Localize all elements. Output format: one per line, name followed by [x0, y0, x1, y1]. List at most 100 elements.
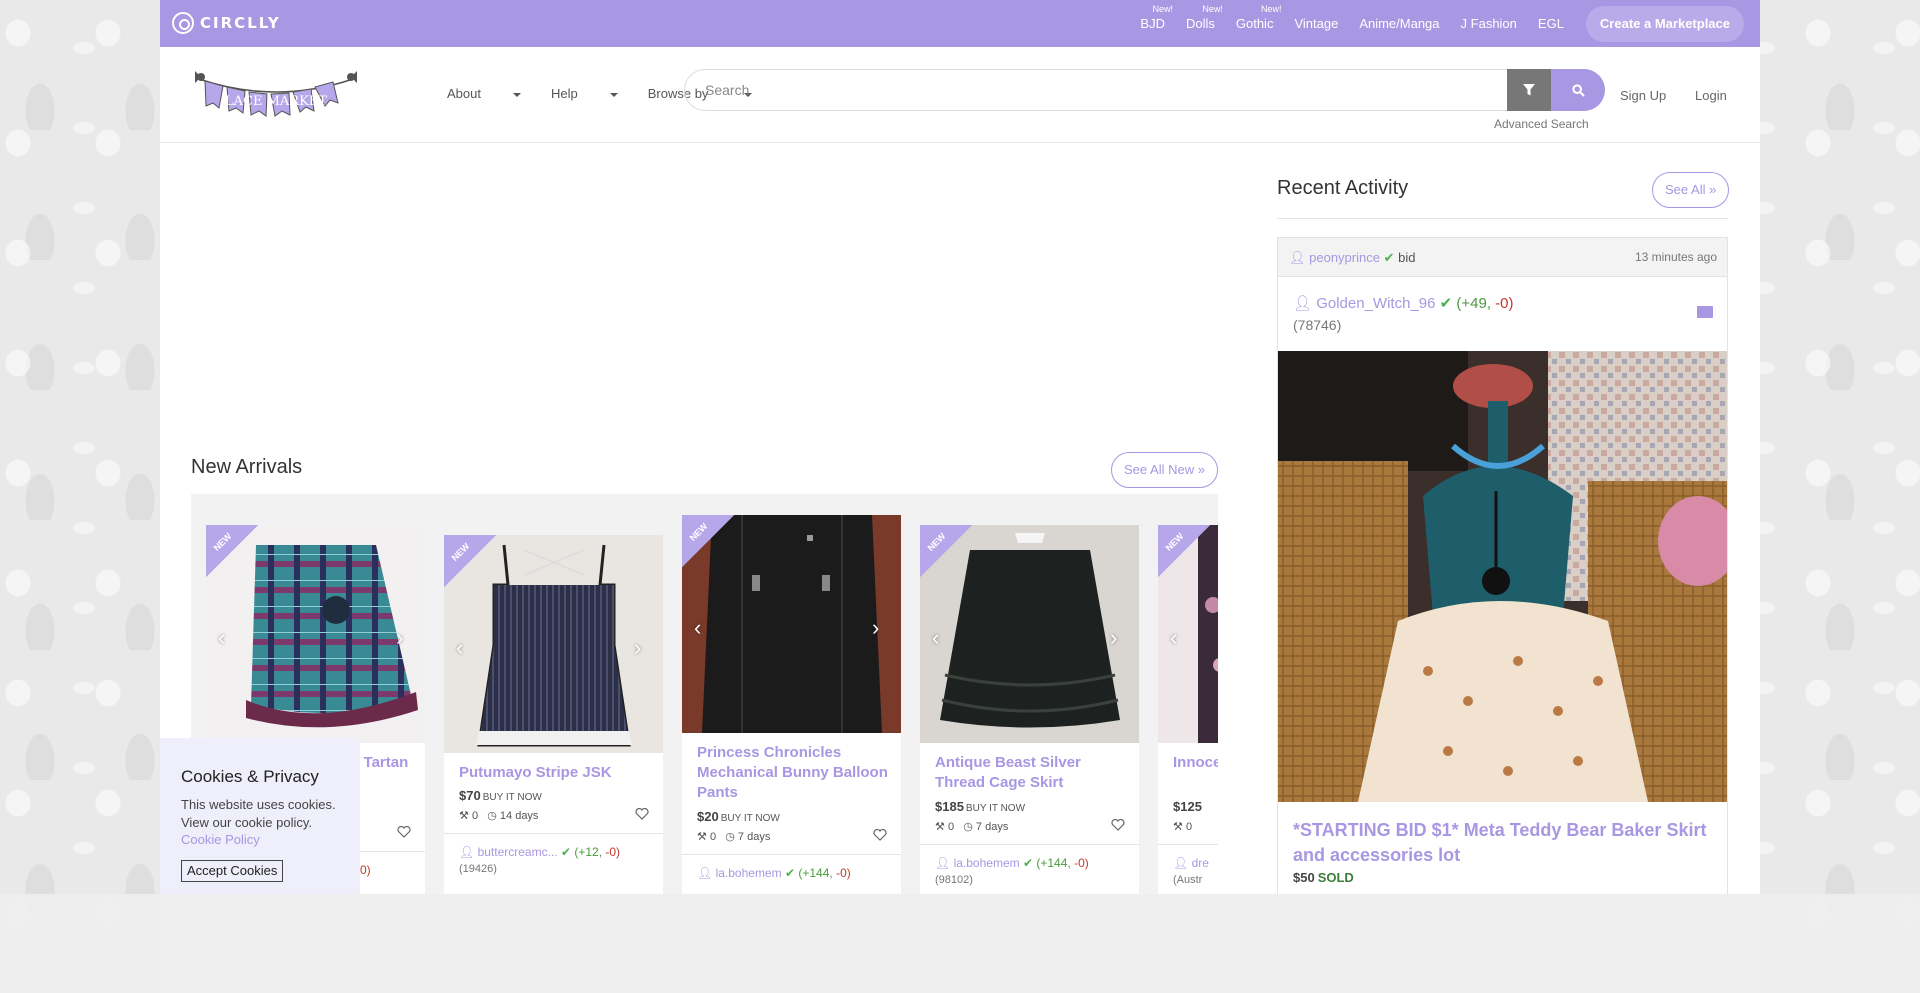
new-ribbon: NEW	[444, 535, 496, 587]
cookie-text: This website uses cookies. View our cook…	[181, 797, 336, 830]
topnav-vintage[interactable]: Vintage	[1294, 16, 1338, 31]
envelope-icon[interactable]	[1697, 306, 1713, 318]
circlly-nav: BJD New! Dolls New! Gothic New! Vintage Ani…	[1119, 0, 1744, 47]
product-photo[interactable]: NEW ‹ ›	[682, 515, 901, 733]
lace-market-logo[interactable]: LACE MARKET	[191, 65, 361, 125]
product-photo[interactable]: NEW ‹ ›	[444, 535, 663, 753]
search-button[interactable]	[1551, 69, 1605, 111]
circlly-logo[interactable]: CIRCLLY	[172, 11, 281, 35]
filter-icon	[1523, 84, 1535, 96]
product-price: $185 BUY IT NOW	[935, 799, 1026, 814]
topnav-bjd[interactable]: BJD New!	[1140, 4, 1173, 31]
next-arrow-icon[interactable]: ›	[634, 635, 641, 661]
nav-help[interactable]: Help	[551, 86, 618, 101]
activity-photo[interactable]	[1278, 351, 1727, 802]
activity-seller[interactable]: 👤︎ Golden_Witch_96 ✔ (+49, -0)	[1293, 294, 1514, 312]
topnav-j-fashion[interactable]: J Fashion	[1461, 16, 1517, 31]
bottom-overlay	[0, 894, 1920, 993]
seller-link[interactable]: 👤︎ la.bohemem ✔ (+144, -0)	[697, 866, 851, 880]
product-card[interactable]: NEW ‹ › Antique Beast Silver Thread Cage…	[920, 525, 1139, 894]
product-title[interactable]: Antique Beast Silver Thread Cage Skirt	[935, 753, 1130, 793]
heart-icon[interactable]	[397, 826, 411, 838]
next-arrow-icon[interactable]: ›	[1110, 625, 1117, 651]
product-title[interactable]: Princess Chronicles Mechanical Bunny Bal…	[697, 743, 892, 803]
seller-zip: (98102)	[935, 874, 973, 886]
product-title[interactable]: Innocent World Rose	[1173, 753, 1218, 773]
new-badge: New!	[1260, 4, 1282, 14]
product-photo[interactable]: NEW ‹ ›	[206, 525, 425, 743]
clock-icon: ◷	[487, 810, 497, 822]
product-title[interactable]: Putumayo Stripe JSK	[459, 763, 654, 783]
user-icon: 👤︎	[697, 866, 713, 880]
verified-icon: ✔	[560, 845, 572, 859]
heart-icon[interactable]	[1111, 819, 1125, 831]
new-ribbon: NEW	[206, 525, 258, 577]
lace-market-logo-text: LACE MARKET	[225, 94, 327, 109]
product-photo[interactable]: NEW ‹	[1158, 525, 1218, 743]
verified-icon: ✔	[1022, 856, 1034, 870]
seller-link[interactable]: 👤︎ la.bohemem ✔ (+144, -0)	[935, 856, 1089, 870]
new-ribbon: NEW	[920, 525, 972, 577]
topnav-anime-manga[interactable]: Anime/Manga	[1359, 16, 1439, 31]
product-card[interactable]: NEW ‹ › Putumayo Stripe JSK $70 BUY IT NO…	[444, 535, 663, 894]
seller-link[interactable]: 👤︎ dre	[1173, 856, 1209, 870]
verified-icon: ✔	[784, 866, 796, 880]
topnav-egl[interactable]: EGL	[1538, 16, 1564, 31]
activity-seller-zip: (78746)	[1293, 317, 1342, 333]
product-photo[interactable]: NEW ‹ ›	[920, 525, 1139, 743]
product-price: $20 BUY IT NOW	[697, 809, 780, 824]
activity-header: 👤︎ peonyprince ✔ bid 13 minutes ago	[1278, 238, 1727, 277]
user-icon: 👤︎	[935, 856, 951, 870]
divider	[1277, 218, 1728, 219]
product-meta: ⚒ 0	[1173, 821, 1193, 833]
activity-user[interactable]: 👤︎ peonyprince ✔ bid	[1289, 250, 1415, 266]
next-arrow-icon[interactable]: ›	[396, 625, 403, 651]
circlly-logo-icon	[172, 12, 194, 34]
divider	[920, 844, 1139, 845]
product-meta: ⚒ 0 ◷ 7 days	[697, 831, 771, 843]
user-icon: 👤︎	[1293, 295, 1313, 312]
prev-arrow-icon[interactable]: ‹	[694, 615, 701, 641]
cookie-title: Cookies & Privacy	[181, 767, 319, 786]
prev-arrow-icon[interactable]: ‹	[218, 625, 225, 651]
product-meta: ⚒ 0 ◷ 14 days	[459, 810, 539, 822]
site-header: LACE MARKET About Help Browse by Search …	[160, 47, 1760, 143]
next-arrow-icon[interactable]: ›	[872, 615, 879, 641]
topnav-dolls[interactable]: Dolls New!	[1186, 4, 1223, 31]
login-link[interactable]: Login	[1695, 88, 1727, 103]
product-meta: ⚒ 0 ◷ 7 days	[935, 821, 1009, 833]
product-card[interactable]: NEW ‹ Innocent World Rose $125 ⚒ 0 👤︎ dr…	[1158, 525, 1218, 894]
activity-item-title[interactable]: *STARTING BID $1* Meta Teddy Bear Baker …	[1293, 818, 1713, 868]
sold-badge: SOLD	[1317, 870, 1354, 885]
create-marketplace-button[interactable]: Create a Marketplace	[1585, 5, 1744, 42]
prev-arrow-icon[interactable]: ‹	[1170, 625, 1177, 651]
product-card[interactable]: NEW ‹ › Princess Chronicles Mechanical B…	[682, 515, 901, 894]
search-input[interactable]: Search	[684, 69, 1508, 111]
new-badge: New!	[1202, 4, 1223, 14]
nav-about[interactable]: About	[447, 86, 521, 101]
see-all-activity-button[interactable]: See All »	[1652, 172, 1730, 208]
prev-arrow-icon[interactable]: ‹	[932, 625, 939, 651]
divider	[444, 833, 663, 834]
accept-cookies-button[interactable]: Accept Cookies	[181, 860, 284, 882]
seller-zip: (19426)	[459, 863, 497, 875]
topnav-gothic[interactable]: Gothic New!	[1236, 4, 1282, 31]
gavel-icon: ⚒	[459, 810, 469, 822]
signup-link[interactable]: Sign Up	[1620, 88, 1666, 103]
prev-arrow-icon[interactable]: ‹	[456, 635, 463, 661]
advanced-search-link[interactable]: Advanced Search	[1494, 117, 1589, 131]
user-icon: 👤︎	[1173, 856, 1189, 870]
user-icon: 👤︎	[1289, 250, 1306, 265]
heart-icon[interactable]	[873, 829, 887, 841]
new-arrivals-title: New Arrivals	[191, 456, 303, 478]
caret-down-icon	[609, 92, 618, 97]
heart-icon[interactable]	[635, 808, 649, 820]
cookie-policy-link[interactable]: Cookie Policy	[181, 832, 260, 847]
activity-action: bid	[1398, 250, 1416, 265]
gavel-icon: ⚒	[1173, 821, 1183, 833]
seller-link[interactable]: 👤︎ buttercreamc... ✔ (+12, -0)	[459, 845, 620, 859]
product-price: $125	[1173, 799, 1202, 814]
see-all-new-button[interactable]: See All New »	[1111, 452, 1218, 488]
filter-button[interactable]	[1507, 69, 1551, 111]
recent-activity-title: Recent Activity	[1277, 177, 1409, 199]
